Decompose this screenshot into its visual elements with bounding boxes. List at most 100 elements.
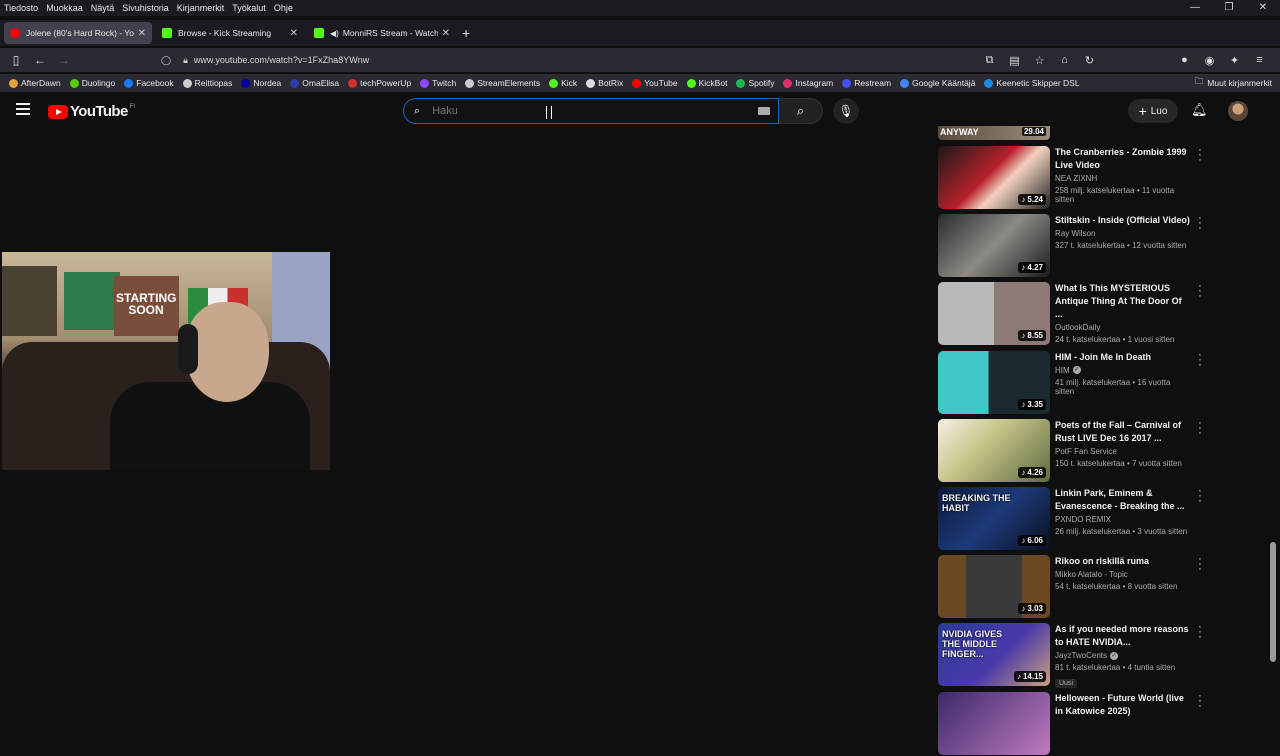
bookmark-item[interactable]: Restream (842, 78, 891, 88)
bookmark-item[interactable]: Nordea (241, 78, 281, 88)
menu-view[interactable]: Näytä (87, 3, 119, 13)
tab-youtube[interactable]: Jolene (80's Hard Rock) - YouTu ✕ (4, 22, 152, 44)
bookmark-item[interactable]: Facebook (124, 78, 174, 88)
bookmark-item[interactable]: OmaElisa (290, 78, 339, 88)
channel-name[interactable]: HIM ✓ (1055, 366, 1190, 375)
related-video[interactable]: ♪ 8.55 What Is This MYSTERIOUS Antique Thi… (938, 281, 1208, 346)
url-text[interactable]: www.youtube.com/watch?v=1FxZha8YWnw (194, 55, 369, 65)
video-title[interactable]: Poets of the Fall – Carnival of Rust LIV… (1055, 419, 1190, 445)
menu-file[interactable]: Tiedosto (0, 3, 42, 13)
voice-search-button[interactable]: 🎙︎ (833, 98, 859, 124)
video-thumbnail[interactable]: NVIDIA GIVES THE MIDDLE FINGER... ♪ 14.15 (938, 623, 1050, 687)
bookmark-item[interactable]: Reittiopas (182, 78, 232, 88)
channel-name[interactable]: Mikko Alatalo - Topic (1055, 570, 1190, 579)
related-video[interactable]: NVIDIA GIVES THE MIDDLE FINGER... ♪ 14.15 A… (938, 622, 1208, 689)
webcam-video[interactable]: STARTING SOON (2, 252, 330, 470)
menu-bookmarks[interactable]: Kirjanmerkit (173, 3, 229, 13)
more-options-icon[interactable]: · · · (1196, 145, 1204, 166)
reload-icon[interactable]: ↻ (1077, 54, 1102, 67)
picture-in-picture-icon[interactable]: ⧉ (977, 54, 1002, 67)
more-options-icon[interactable]: · · · (1196, 690, 1204, 711)
more-options-icon[interactable]: · · · (1196, 554, 1204, 575)
restore-icon[interactable]: ❐ (1212, 0, 1246, 16)
search-button[interactable]: ⌕ (779, 98, 823, 124)
related-video[interactable]: Helloween - Future World (live in Katowi… (938, 690, 1208, 756)
speaker-icon[interactable]: ◀) (330, 29, 339, 38)
close-window-icon[interactable]: ✕ (1246, 0, 1280, 16)
bookmark-item[interactable]: techPowerUp (348, 78, 411, 88)
minimize-icon[interactable]: — (1178, 0, 1212, 16)
bookmark-item[interactable]: Twitch (420, 78, 456, 88)
related-video[interactable]: ♪ 4.26 Poets of the Fall – Carnival of Rus… (938, 417, 1208, 483)
bookmark-item[interactable]: Instagram (783, 78, 833, 88)
related-video[interactable]: ♪ 3.03 Rikoo on riskillä ruma Mikko Alatalo… (938, 554, 1208, 619)
related-video[interactable]: ♪ 4.27 Stiltskin - Inside (Official Video)… (938, 213, 1208, 278)
bookmark-star-icon[interactable]: ☆ (1027, 54, 1052, 67)
bookmark-item[interactable]: Keenetic Skipper DSL (984, 78, 1080, 88)
video-thumbnail[interactable]: ♪ 5.24 (938, 146, 1050, 209)
keyboard-icon[interactable] (758, 107, 770, 115)
more-options-icon[interactable]: · · · (1196, 213, 1204, 234)
more-options-icon[interactable]: · · · (1196, 417, 1204, 438)
youtube-logo[interactable]: YouTube FI (48, 103, 135, 120)
create-button[interactable]: + Luo (1128, 99, 1178, 123)
search-box[interactable]: ⌕ (403, 98, 779, 124)
more-options-icon[interactable]: · · · (1196, 486, 1204, 507)
bookmark-item[interactable]: KickBot (686, 78, 727, 88)
close-tab-icon[interactable]: ✕ (442, 28, 450, 39)
video-title[interactable]: As if you needed more reasons to HATE NV… (1055, 623, 1190, 649)
sidebar-toggle-icon[interactable]: ▯ (4, 53, 28, 67)
related-video[interactable]: ♪ 3.35 HIM - Join Me In Death HIM ✓ 41 milj. … (938, 349, 1208, 415)
account-icon[interactable]: ◉ (1197, 54, 1222, 67)
avatar[interactable] (1228, 101, 1248, 121)
search-input[interactable] (430, 104, 735, 118)
tab-kick-browse[interactable]: Browse - Kick Streaming ✕ (156, 22, 304, 44)
bookmark-item[interactable]: Duolingo (69, 78, 115, 88)
page-scrollbar[interactable] (1270, 542, 1276, 662)
new-tab-icon[interactable]: + (462, 25, 470, 41)
video-thumbnail[interactable]: ♪ 3.03 (938, 555, 1050, 619)
channel-name[interactable]: PotF Fan Service (1055, 447, 1190, 456)
home-icon[interactable]: ⌂ (1052, 54, 1077, 66)
related-video[interactable]: ♪ 5.24 The Cranberries - Zombie 1999 Live … (938, 145, 1208, 210)
close-tab-icon[interactable]: ✕ (290, 28, 298, 39)
close-tab-icon[interactable]: ✕ (138, 28, 146, 39)
video-title[interactable]: HIM - Join Me In Death (1055, 351, 1190, 364)
video-title[interactable]: What Is This MYSTERIOUS Antique Thing At… (1055, 282, 1190, 321)
more-options-icon[interactable]: · · · (1196, 622, 1204, 643)
video-thumbnail[interactable]: ♪ 4.26 (938, 418, 1050, 482)
video-thumbnail[interactable]: ♪ 4.27 (938, 214, 1050, 278)
menu-edit[interactable]: Muokkaa (42, 3, 87, 13)
video-thumbnail[interactable]: ♪ 8.55 (938, 282, 1050, 346)
more-options-icon[interactable]: · · · (1196, 349, 1204, 370)
hamburger-menu-icon[interactable] (16, 103, 30, 115)
channel-name[interactable]: JayzTwoCents ✓ (1055, 651, 1190, 660)
menu-history[interactable]: Sivuhistoria (118, 3, 173, 13)
channel-name[interactable]: Ray Wilson (1055, 229, 1190, 238)
bookmark-item[interactable]: StreamElements (465, 78, 540, 88)
tab-kick-stream[interactable]: ◀) MonniRS Stream - Watch Li ✕ (308, 22, 456, 44)
extension-icon[interactable]: ● (1172, 54, 1197, 66)
other-bookmarks[interactable]: 🗀 Muut kirjanmerkit (1195, 74, 1272, 92)
related-video[interactable]: BREAKING THE HABIT ♪ 6.06 Linkin Park, Emin… (938, 486, 1208, 551)
notifications-bell-icon[interactable]: 🔔︎ (1191, 102, 1208, 118)
extensions-puzzle-icon[interactable]: ✦ (1222, 54, 1247, 67)
reader-view-icon[interactable]: ▤ (1002, 54, 1027, 67)
menu-help[interactable]: Ohje (270, 3, 297, 13)
channel-name[interactable]: OutlookDaily (1055, 323, 1190, 332)
video-title[interactable]: Stiltskin - Inside (Official Video) (1055, 214, 1190, 227)
bookmark-item[interactable]: Spotify (736, 78, 774, 88)
back-icon[interactable]: ← (28, 53, 52, 67)
menu-tools[interactable]: Työkalut (228, 3, 270, 13)
lock-icon[interactable]: 🔒︎ (183, 55, 188, 66)
bookmark-item[interactable]: YouTube (632, 78, 678, 88)
bookmark-item[interactable]: Google Kääntäjä (900, 78, 975, 88)
shield-icon[interactable]: ◯ (161, 55, 171, 66)
video-thumbnail[interactable]: BREAKING THE HABIT ♪ 6.06 (938, 487, 1050, 550)
more-options-icon[interactable]: · · · (1196, 281, 1204, 302)
video-title[interactable]: Helloween - Future World (live in Katowi… (1055, 692, 1190, 718)
related-video-partial[interactable]: ANYWAY 29.04 (938, 126, 1050, 140)
bookmark-item[interactable]: BotRix (586, 78, 623, 88)
url-bar[interactable]: ◯ 🔒︎ www.youtube.com/watch?v=1FxZha8YWnw (155, 51, 990, 69)
video-title[interactable]: The Cranberries - Zombie 1999 Live Video (1055, 146, 1190, 172)
